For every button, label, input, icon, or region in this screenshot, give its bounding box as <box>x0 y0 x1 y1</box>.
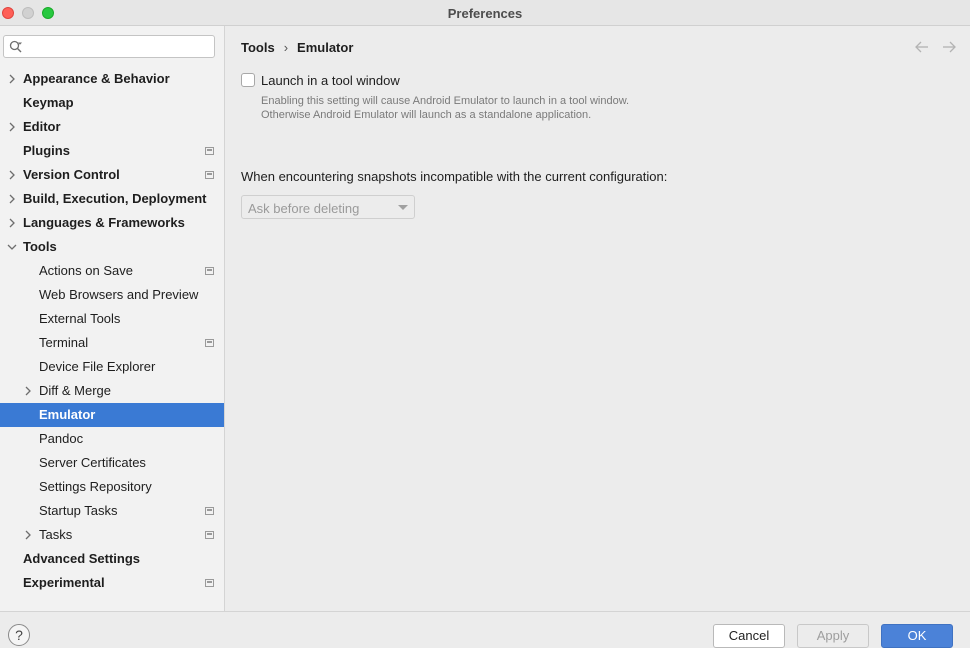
sidebar-item-label: Startup Tasks <box>39 503 118 518</box>
sidebar-item[interactable]: Tasks <box>0 523 224 547</box>
sidebar-item-label: Experimental <box>23 575 105 590</box>
chevron-right-icon[interactable] <box>7 73 17 85</box>
launch-in-tool-window-checkbox[interactable] <box>241 73 255 87</box>
sidebar-item[interactable]: Startup Tasks <box>0 499 224 523</box>
apply-button[interactable]: Apply <box>797 624 869 648</box>
search-input[interactable] <box>28 38 210 55</box>
sidebar-item[interactable]: Build, Execution, Deployment <box>0 187 224 211</box>
snapshots-label: When encountering snapshots incompatible… <box>241 169 668 184</box>
chevron-right-icon[interactable] <box>7 217 17 229</box>
ok-button[interactable]: OK <box>881 624 953 648</box>
sidebar-item[interactable]: Diff & Merge <box>0 379 224 403</box>
sidebar-item[interactable]: Advanced Settings <box>0 547 224 571</box>
sidebar-item[interactable]: Version Control <box>0 163 224 187</box>
window-title: Preferences <box>447 6 523 21</box>
sidebar-item[interactable]: Appearance & Behavior <box>0 67 224 91</box>
sidebar-item-label: Tasks <box>39 527 73 542</box>
sidebar-item[interactable]: Experimental <box>0 571 224 595</box>
help-button[interactable]: ? <box>8 624 30 646</box>
sidebar-item-label: Version Control <box>23 167 120 182</box>
chevron-right-icon[interactable] <box>23 385 33 397</box>
settings-sidebar: Appearance & Behavior Keymap Editor Plugins… <box>0 26 225 611</box>
chevron-down-icon <box>398 205 408 210</box>
search-box[interactable] <box>3 35 215 58</box>
sidebar-item[interactable]: Device File Explorer <box>0 355 224 379</box>
sidebar-item[interactable]: Tools <box>0 235 224 259</box>
dialog-footer: ? Cancel Apply OK <box>0 611 970 648</box>
sidebar-item-label: Editor <box>23 119 61 134</box>
sidebar-item-label: Settings Repository <box>39 479 152 494</box>
project-level-icon <box>205 531 214 539</box>
sidebar-item-label: Device File Explorer <box>39 359 156 374</box>
sidebar-item-label: Web Browsers and Preview <box>39 287 199 302</box>
chevron-right-icon[interactable] <box>7 193 17 205</box>
back-arrow-icon[interactable] <box>914 40 930 54</box>
sidebar-item[interactable]: Keymap <box>0 91 224 115</box>
launch-in-tool-window-label[interactable]: Launch in a tool window <box>261 73 400 88</box>
sidebar-item-label: Emulator <box>39 407 96 422</box>
sidebar-item[interactable]: Terminal <box>0 331 224 355</box>
breadcrumb-separator: › <box>283 40 289 55</box>
breadcrumb-parent[interactable]: Tools <box>241 40 275 55</box>
chevron-right-icon[interactable] <box>7 169 17 181</box>
project-level-icon <box>205 267 214 275</box>
sidebar-item-label: Keymap <box>23 95 74 110</box>
sidebar-item[interactable]: Settings Repository <box>0 475 224 499</box>
snapshots-dropdown-value: Ask before deleting <box>248 201 360 216</box>
sidebar-item-label: Plugins <box>23 143 70 158</box>
chevron-right-icon[interactable] <box>7 121 17 133</box>
sidebar-item-label: Languages & Frameworks <box>23 215 185 230</box>
sidebar-item-label: Actions on Save <box>39 263 133 278</box>
sidebar-item[interactable]: Actions on Save <box>0 259 224 283</box>
title-bar: Preferences <box>0 0 970 26</box>
sidebar-item-label: Build, Execution, Deployment <box>23 191 207 206</box>
chevron-down-icon[interactable] <box>7 241 17 253</box>
sidebar-item-label: Advanced Settings <box>23 551 141 566</box>
project-level-icon <box>205 147 214 155</box>
sidebar-item-label: Pandoc <box>39 431 84 446</box>
project-level-icon <box>205 339 214 347</box>
sidebar-item[interactable]: Pandoc <box>0 427 224 451</box>
breadcrumb: Tools › Emulator <box>241 40 353 55</box>
chevron-right-icon[interactable] <box>23 529 33 541</box>
project-level-icon <box>205 507 214 515</box>
sidebar-item-label: Appearance & Behavior <box>23 71 170 86</box>
sidebar-item-label: Diff & Merge <box>39 383 112 398</box>
sidebar-item[interactable]: Languages & Frameworks <box>0 211 224 235</box>
sidebar-item[interactable]: Plugins <box>0 139 224 163</box>
sidebar-item[interactable]: Server Certificates <box>0 451 224 475</box>
sidebar-item[interactable]: External Tools <box>0 307 224 331</box>
sidebar-item-label: External Tools <box>39 311 121 326</box>
settings-content: Tools › Emulator Launch in a tool window E… <box>225 26 970 611</box>
sidebar-item[interactable]: Web Browsers and Preview <box>0 283 224 307</box>
cancel-button[interactable]: Cancel <box>713 624 785 648</box>
snapshots-dropdown[interactable]: Ask before deleting <box>241 195 415 219</box>
forward-arrow-icon[interactable] <box>941 40 957 54</box>
sidebar-item-label: Terminal <box>39 335 89 350</box>
sidebar-item-label: Tools <box>23 239 57 254</box>
sidebar-item[interactable]: Editor <box>0 115 224 139</box>
sidebar-item-label: Server Certificates <box>39 455 146 470</box>
launch-description: Enabling this setting will cause Android… <box>261 95 630 121</box>
project-level-icon <box>205 579 214 587</box>
project-level-icon <box>205 171 214 179</box>
breadcrumb-current: Emulator <box>297 40 354 55</box>
sidebar-item[interactable]: Emulator <box>0 403 224 427</box>
search-icon <box>9 40 22 53</box>
